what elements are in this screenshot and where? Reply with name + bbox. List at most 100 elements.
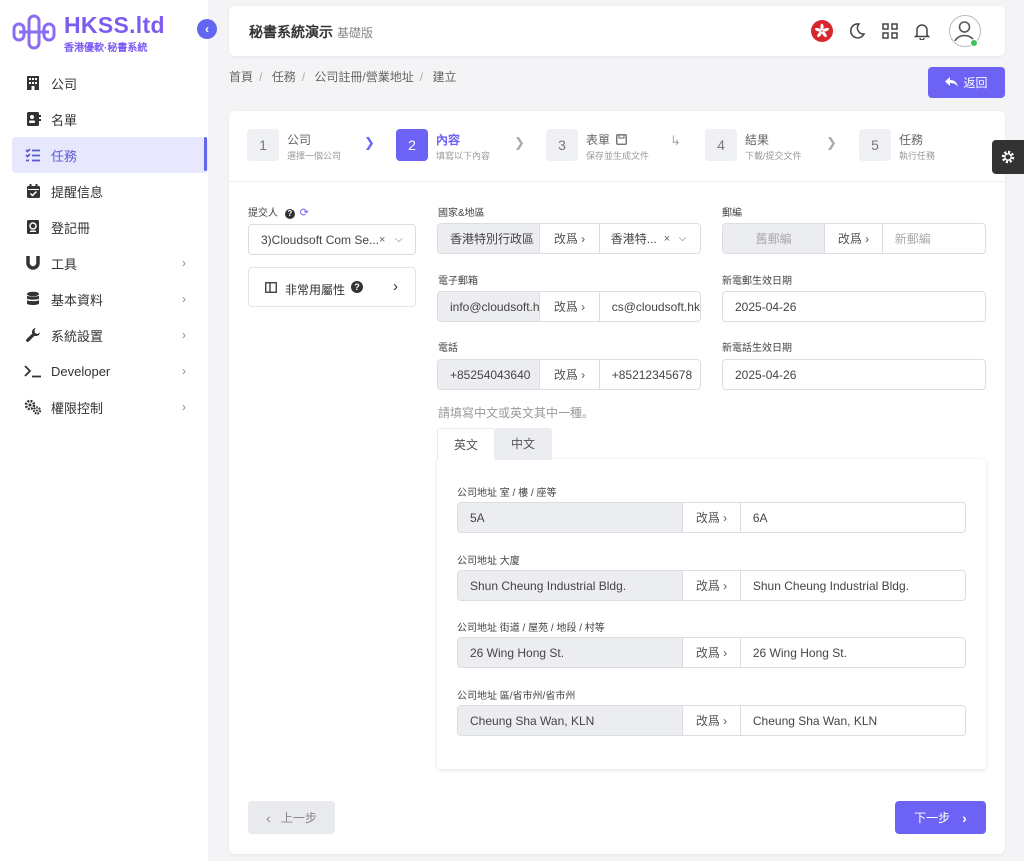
app-title: 秘書系統演示: [249, 24, 333, 40]
clear-icon[interactable]: ×: [664, 233, 670, 245]
previous-step-button[interactable]: ‹ 上一步: [248, 801, 335, 834]
breadcrumb-task-type[interactable]: 公司註冊/營業地址: [314, 70, 413, 84]
email-date-label: 新電郵生效日期: [722, 276, 792, 287]
sidebar-item-label: 任務: [51, 148, 78, 164]
chevron-right-icon: ❯: [364, 135, 375, 150]
address-room-old: 5A: [458, 503, 684, 532]
bell-icon[interactable]: [910, 19, 934, 43]
chevron-right-icon: ›: [962, 809, 967, 826]
logo[interactable]: HKSS.ltd 香港優軟·秘書系統: [10, 12, 170, 54]
sidebar-item-developer[interactable]: Developer ›: [12, 353, 208, 389]
sidebar-item-label: 權限控制: [51, 400, 104, 416]
postcode-change-button[interactable]: 改爲 ›: [825, 224, 883, 253]
sidebar-item-tools[interactable]: 工具 ›: [12, 245, 208, 281]
tab-english[interactable]: 英文: [437, 428, 495, 460]
address-street-change-button[interactable]: 改爲 ›: [683, 638, 741, 667]
address-building-change-button[interactable]: 改爲 ›: [683, 571, 741, 600]
sidebar-item-permissions[interactable]: 權限控制 ›: [12, 389, 208, 425]
phone-new-input[interactable]: +85212345678: [600, 360, 700, 389]
address-room-group: 5A 改爲 › 6A: [457, 502, 966, 533]
sidebar-item-reminders[interactable]: 提醒信息: [12, 173, 208, 209]
phone-effective-date-input[interactable]: 2025-04-26: [722, 359, 986, 390]
country-label: 國家&地區: [438, 208, 485, 219]
address-street-group: 26 Wing Hong St. 改爲 › 26 Wing Hong St.: [457, 637, 966, 668]
active-nav-indicator: [204, 137, 207, 171]
address-district-label: 公司地址 區/省市州/省市州: [457, 691, 576, 702]
sidebar: HKSS.ltd 香港優軟·秘書系統 公司 名單 任務 提醒信息 登記冊 工具 …: [0, 0, 208, 861]
phone-date-label: 新電話生效日期: [722, 343, 792, 354]
sidebar-item-label: 公司: [51, 76, 78, 92]
magnet-icon: [24, 254, 42, 272]
tab-chinese[interactable]: 中文: [494, 428, 552, 460]
breadcrumb-home[interactable]: 首頁: [229, 70, 253, 84]
submitter-select[interactable]: 3)Cloudsoft Com Se... × ⌵: [248, 224, 416, 255]
email-change-button[interactable]: 改爲 ›: [540, 292, 600, 321]
chevron-right-icon: ›: [182, 292, 186, 306]
clear-icon[interactable]: ×: [379, 234, 385, 246]
save-icon: [616, 134, 628, 145]
grid-icon[interactable]: [878, 19, 902, 43]
online-status-dot: [970, 39, 978, 47]
sidebar-item-label: 提醒信息: [51, 184, 104, 200]
sidebar-item-basic-data[interactable]: 基本資料 ›: [12, 281, 208, 317]
breadcrumb-tasks[interactable]: 任務: [272, 70, 296, 84]
chevron-down-icon: ⌵: [395, 234, 403, 245]
uncommon-attributes-toggle[interactable]: 非常用屬性 ? ›: [248, 267, 416, 307]
app-edition: 基礎版: [337, 26, 374, 40]
address-room-new-input[interactable]: 6A: [741, 503, 965, 532]
submitter-label: 提交人 ? ⟳: [248, 207, 309, 219]
top-header: 秘書系統演示 基礎版: [229, 6, 1005, 56]
email-label: 電子郵箱: [438, 276, 478, 287]
address-room-change-button[interactable]: 改爲 ›: [683, 503, 741, 532]
sidebar-item-label: 登記冊: [51, 220, 91, 236]
phone-label: 電話: [438, 343, 458, 354]
database-icon: [24, 290, 42, 308]
address-building-new-input[interactable]: Shun Cheung Industrial Bldg.: [741, 571, 965, 600]
sidebar-item-tasks[interactable]: 任務: [12, 137, 208, 173]
email-old-value: info@cloudsoft.hk: [438, 292, 541, 321]
wrench-icon: [24, 326, 42, 344]
next-step-button[interactable]: 下一步 ›: [895, 801, 986, 834]
postcode-label: 郵編: [722, 208, 742, 219]
turn-arrow-icon: ↳: [670, 133, 681, 148]
hk-flag-icon[interactable]: [811, 20, 833, 42]
sidebar-item-company[interactable]: 公司: [12, 65, 208, 101]
chevron-right-icon: ›: [182, 256, 186, 270]
chevron-right-icon: ›: [182, 364, 186, 378]
address-street-new-input[interactable]: 26 Wing Hong St.: [741, 638, 965, 667]
help-icon[interactable]: ?: [284, 209, 295, 219]
sidebar-collapse-button[interactable]: ‹: [197, 19, 217, 39]
chevron-left-icon: ‹: [266, 809, 271, 826]
sidebar-item-register[interactable]: 登記冊: [12, 209, 208, 245]
email-field-group: info@cloudsoft.hk 改爲 › cs@cloudsoft.hk: [437, 291, 701, 322]
chevron-right-icon: ›: [393, 278, 398, 295]
chevron-left-icon: ‹: [205, 22, 209, 36]
settings-gear-button[interactable]: [992, 140, 1024, 174]
postcode-new-input[interactable]: 新郵編: [883, 224, 985, 253]
sidebar-item-system-settings[interactable]: 系統設置 ›: [12, 317, 208, 353]
language-hint: 請填寫中文或英文其中一種。: [438, 406, 595, 420]
refresh-icon[interactable]: ⟳: [300, 207, 309, 219]
address-district-new-input[interactable]: Cheung Sha Wan, KLN: [741, 706, 965, 735]
page-title: 秘書系統演示 基礎版: [249, 22, 373, 42]
help-icon[interactable]: ?: [351, 281, 363, 293]
chevron-right-icon: ›: [182, 400, 186, 414]
email-new-input[interactable]: cs@cloudsoft.hk: [600, 292, 700, 321]
chevron-right-icon: ❯: [514, 135, 525, 150]
country-new-select[interactable]: 香港特... × ⌵: [600, 224, 700, 253]
moon-icon[interactable]: [845, 19, 869, 43]
chevron-right-icon: ❯: [826, 135, 837, 150]
phone-change-button[interactable]: 改爲 ›: [540, 360, 600, 389]
chevron-right-icon: ›: [182, 328, 186, 342]
address-street-label: 公司地址 街道 / 屋苑 / 地段 / 村等: [457, 623, 605, 634]
breadcrumb-current: 建立: [432, 70, 457, 84]
address-building-old: Shun Cheung Industrial Bldg.: [458, 571, 684, 600]
sidebar-item-label: Developer: [51, 363, 111, 379]
address-district-change-button[interactable]: 改爲 ›: [683, 706, 741, 735]
brand-tagline: 香港優軟·秘書系統: [64, 43, 148, 54]
sidebar-item-contacts[interactable]: 名單: [12, 101, 208, 137]
email-effective-date-input[interactable]: 2025-04-26: [722, 291, 986, 322]
contact-card-icon: [24, 110, 42, 128]
back-button[interactable]: 返回: [928, 67, 1005, 98]
country-change-button[interactable]: 改爲 ›: [540, 224, 600, 253]
